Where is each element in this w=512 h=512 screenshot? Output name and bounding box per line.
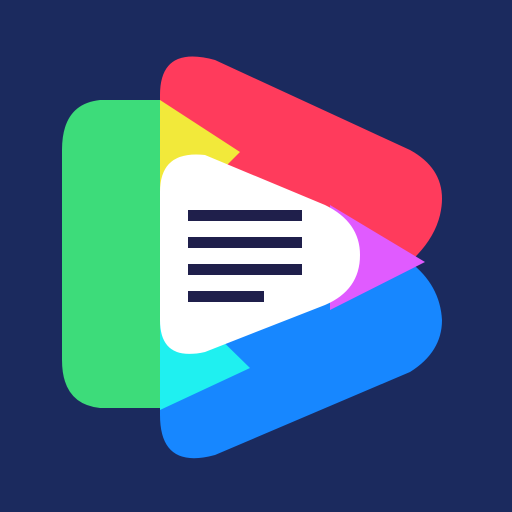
green-bar-shape bbox=[62, 100, 160, 408]
text-line-4 bbox=[188, 291, 264, 302]
logo-mark bbox=[0, 0, 512, 512]
app-icon bbox=[0, 0, 512, 512]
text-line-2 bbox=[188, 237, 302, 248]
text-line-3 bbox=[188, 264, 302, 275]
text-line-1 bbox=[188, 210, 302, 221]
